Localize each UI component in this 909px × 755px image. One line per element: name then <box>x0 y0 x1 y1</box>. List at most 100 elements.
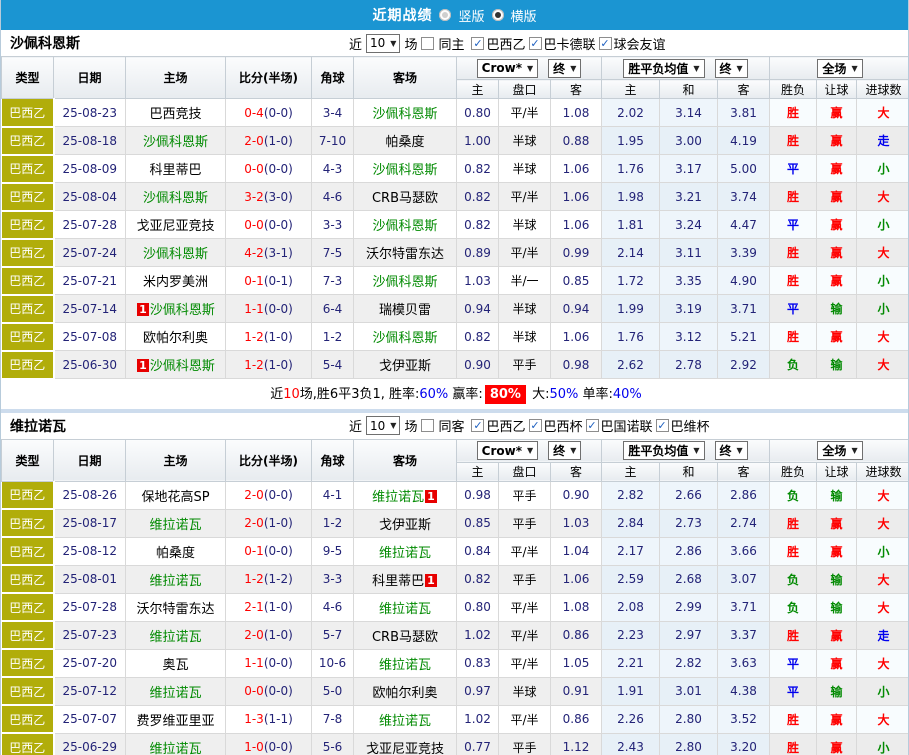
match-row: 巴西乙25-07-23维拉诺瓦2-0(1-0)5-7CRB马瑟欧1.02平/半0… <box>2 621 909 649</box>
outcome-result: 胜 <box>770 183 817 211</box>
home-team-name: 沃尔特雷东达 <box>136 602 214 617</box>
handicap-home-odds: 0.80 <box>457 593 499 621</box>
avg-away-odds: 2.92 <box>718 351 770 379</box>
same-venue-label[interactable]: 同主 <box>438 34 464 53</box>
match-date: 25-07-24 <box>54 239 126 267</box>
scope-select[interactable]: 全场▼ <box>817 59 862 78</box>
avg-final-select[interactable]: 终▼ <box>715 59 748 78</box>
score-cell: 0-1(0-1) <box>226 267 312 295</box>
match-away-team: 戈伊亚斯 <box>354 351 457 379</box>
goals-result: 大 <box>857 239 909 267</box>
chevron-down-icon: ▼ <box>693 64 699 73</box>
match-date: 25-07-23 <box>54 621 126 649</box>
league-badge: 巴西乙 <box>2 481 54 509</box>
avg-group-header: 胜平负均值▼ 终▼ <box>602 57 770 80</box>
league-filter[interactable]: ✓巴国诺联 <box>586 416 653 435</box>
halftime-score: (0-0) <box>264 740 293 754</box>
sub-col-odds-home: 主 <box>457 462 499 481</box>
goals-result: 小 <box>857 267 909 295</box>
checkbox-checked-icon[interactable]: ✓ <box>656 419 669 432</box>
league-filter[interactable]: ✓巴西乙 <box>471 416 525 435</box>
radio-horizontal-layout[interactable] <box>492 9 504 21</box>
same-venue-label[interactable]: 同客 <box>438 416 464 435</box>
away-team-name: 科里蒂巴 <box>372 574 424 589</box>
checkbox-checked-icon[interactable]: ✓ <box>529 37 542 50</box>
score-cell: 3-2(3-0) <box>226 183 312 211</box>
match-date: 25-07-12 <box>54 677 126 705</box>
league-filter[interactable]: ✓巴维杯 <box>656 416 710 435</box>
corner-score: 6-4 <box>312 295 354 323</box>
avg-odds-select[interactable]: 胜平负均值▼ <box>623 59 704 78</box>
radio-vertical-label[interactable]: 竖版 <box>458 6 484 25</box>
halftime-score: (1-0) <box>264 134 293 148</box>
avg-draw-odds: 3.17 <box>660 155 718 183</box>
league-filter[interactable]: ✓球会友谊 <box>599 34 666 53</box>
avg-away-odds: 2.74 <box>718 509 770 537</box>
away-team-name: CRB马瑟欧 <box>372 191 438 206</box>
col-date: 日期 <box>54 57 126 99</box>
checkbox-checked-icon[interactable]: ✓ <box>471 37 484 50</box>
handicap-line: 半球 <box>499 295 551 323</box>
handicap-result: 赢 <box>817 537 857 565</box>
score-cell: 4-2(3-1) <box>226 239 312 267</box>
games-label: 场 <box>404 416 417 435</box>
handicap-home-odds: 0.98 <box>457 481 499 509</box>
league-badge: 巴西乙 <box>2 509 54 537</box>
odds-final-select[interactable]: 终▼ <box>548 59 581 78</box>
away-team-name: CRB马瑟欧 <box>372 630 438 645</box>
checkbox-checked-icon[interactable]: ✓ <box>529 419 542 432</box>
match-date: 25-07-07 <box>54 705 126 733</box>
away-team-name: 戈亚尼亚竞技 <box>366 742 444 755</box>
score-cell: 1-0(0-0) <box>226 733 312 755</box>
handicap-line: 半/一 <box>499 267 551 295</box>
league-filter-label: 球会友谊 <box>614 34 666 53</box>
match-row: 巴西乙25-08-04沙佩科恩斯3-2(3-0)4-6CRB马瑟欧0.82平/半… <box>2 183 909 211</box>
radio-horizontal-label[interactable]: 横版 <box>511 6 537 25</box>
home-team-name: 欧帕尔利奥 <box>143 331 208 346</box>
same-venue-checkbox[interactable] <box>421 419 434 432</box>
match-row: 巴西乙25-07-12维拉诺瓦0-0(0-0)5-0欧帕尔利奥0.97半球0.9… <box>2 677 909 705</box>
league-filter[interactable]: ✓巴卡德联 <box>529 34 596 53</box>
league-badge: 巴西乙 <box>2 239 54 267</box>
checkbox-checked-icon[interactable]: ✓ <box>471 419 484 432</box>
odds-final-select[interactable]: 终▼ <box>548 441 581 460</box>
match-away-team: CRB马瑟欧 <box>354 621 457 649</box>
odds-company-select[interactable]: Crow*▼ <box>477 441 539 460</box>
away-team-name: 沃尔特雷东达 <box>366 247 444 262</box>
scope-select[interactable]: 全场▼ <box>817 441 862 460</box>
avg-final-select[interactable]: 终▼ <box>715 441 748 460</box>
col-corner: 角球 <box>312 57 354 99</box>
match-date: 25-07-20 <box>54 649 126 677</box>
match-away-team: 瑞模贝雷 <box>354 295 457 323</box>
league-filter[interactable]: ✓巴西杯 <box>529 416 583 435</box>
away-team-name: 沙佩科恩斯 <box>372 219 437 234</box>
fulltime-score: 0-0 <box>244 218 264 232</box>
goals-result: 大 <box>857 705 909 733</box>
handicap-home-odds: 1.02 <box>457 621 499 649</box>
league-filter[interactable]: ✓巴西乙 <box>471 34 525 53</box>
handicap-line: 平/半 <box>499 183 551 211</box>
handicap-result: 输 <box>817 295 857 323</box>
same-venue-checkbox[interactable] <box>421 37 434 50</box>
checkbox-checked-icon[interactable]: ✓ <box>586 419 599 432</box>
outcome-result: 胜 <box>770 733 817 755</box>
games-count-select[interactable]: 10 ▼ <box>366 34 400 53</box>
page-title: 近期战绩 <box>372 5 432 25</box>
corner-score: 10-6 <box>312 649 354 677</box>
handicap-home-odds: 0.82 <box>457 155 499 183</box>
checkbox-checked-icon[interactable]: ✓ <box>599 37 612 50</box>
match-row: 巴西乙25-07-20奥瓦1-1(0-0)10-6维拉诺瓦0.83平/半1.05… <box>2 649 909 677</box>
red-card-badge: 1 <box>425 574 437 587</box>
odds-company-select[interactable]: Crow*▼ <box>477 59 539 78</box>
match-away-team: 沙佩科恩斯 <box>354 99 457 127</box>
match-row: 巴西乙25-07-21米内罗美洲0-1(0-1)7-3沙佩科恩斯1.03半/一0… <box>2 267 909 295</box>
match-home-team: 沙佩科恩斯 <box>126 183 226 211</box>
league-badge: 巴西乙 <box>2 99 54 127</box>
avg-home-odds: 1.91 <box>602 677 660 705</box>
avg-odds-select[interactable]: 胜平负均值▼ <box>623 441 704 460</box>
avg-home-odds: 2.14 <box>602 239 660 267</box>
handicap-home-odds: 0.89 <box>457 239 499 267</box>
radio-vertical-layout[interactable] <box>439 9 451 21</box>
games-count-select[interactable]: 10 ▼ <box>366 416 400 435</box>
halftime-score: (0-0) <box>264 544 293 558</box>
